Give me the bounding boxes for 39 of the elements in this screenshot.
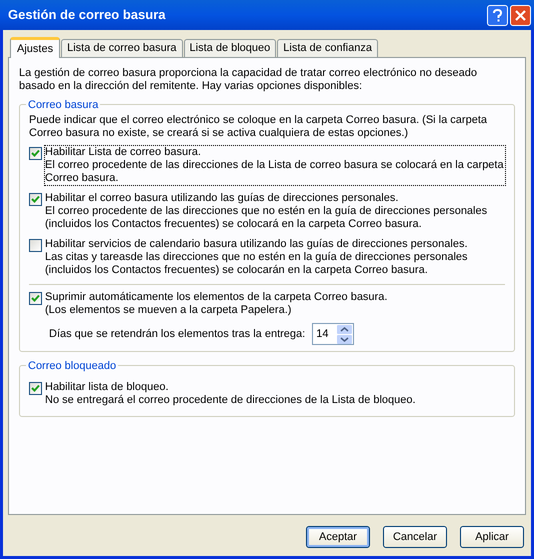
dialog-button[interactable]: Aplicar [460,526,524,548]
checkbox[interactable] [29,193,42,206]
group-title: Correo bloqueado [26,358,118,374]
checkmark-icon [31,384,40,393]
option-label[interactable]: Habilitar servicios de calendario basura utilizando las guías de direcciones personales. [45,238,505,251]
option-label[interactable]: Habilitar Lista de correo basura. [45,146,505,159]
close-icon [515,10,526,20]
dialog-button[interactable]: Cancelar [383,526,447,548]
tab[interactable]: Lista de confianza [277,39,378,57]
checkmark-icon [31,195,40,204]
tab[interactable]: Lista de bloqueo [184,39,276,57]
checkbox[interactable] [29,239,42,252]
help-button[interactable] [487,4,508,26]
option-description: El correo procedente de las direcciones que no estén en la guía de direcciones personales (incluidos los Contactos frecuentes) se colocará en la carpeta Correo basura. [45,205,488,231]
spin-up-icon[interactable] [337,324,352,334]
option-description: El correo procedente de las direcciones de la Lista de correo basura se colocará en la carpeta Correo basura. [45,159,505,185]
option-label[interactable]: Habilitar el correo basura utilizando las guías de direcciones personales. [45,192,505,205]
retention-label: Días que se retendrán los elementos tras la entrega: [49,326,306,342]
close-button[interactable] [510,4,531,26]
checkbox[interactable] [29,292,42,305]
option-description: (Los elementos se mueven a la carpeta Papelera.) [45,304,292,317]
option-label[interactable]: Suprimir automáticamente los elementos de la carpeta Correo basura. [45,291,505,304]
checkmark-icon [31,149,40,158]
window-title: Gestión de correo basura [8,6,166,24]
option-description: No se entregará el correo procedente de direcciones de la Lista de bloqueo. [45,394,417,407]
checkbox[interactable] [29,147,42,160]
group-note: Puede indicar que el correo electrónico se coloque en la carpeta Correo basura. (Si la carpeta Correo basura no existe, se creará si se activa cualquiera de estas opciones.) [29,114,488,140]
dialog-button[interactable]: Aceptar [306,526,370,548]
option-description: Las citas y tareasde las direcciones que no estén en la guía de direcciones personales (incluidos los Contactos frecuentes) se colocarán en la carpeta Correo basura. [45,251,469,277]
tab[interactable]: Ajustes [10,37,60,58]
option-label[interactable]: Habilitar lista de bloqueo. [45,381,505,394]
tab[interactable]: Lista de correo basura [61,39,183,57]
checkbox[interactable] [29,382,42,395]
help-icon [493,8,502,22]
spin-down-icon[interactable] [337,334,352,344]
checkmark-icon [31,294,40,303]
retention-spinner[interactable]: 14 [312,323,354,345]
retention-value: 14 [316,326,330,342]
intro-text: La gestión de correo basura proporciona la capacidad de tratar correo electrónico no deseado basado en la dirección del remitente. Hay varias opciones disponibles: [19,67,478,93]
